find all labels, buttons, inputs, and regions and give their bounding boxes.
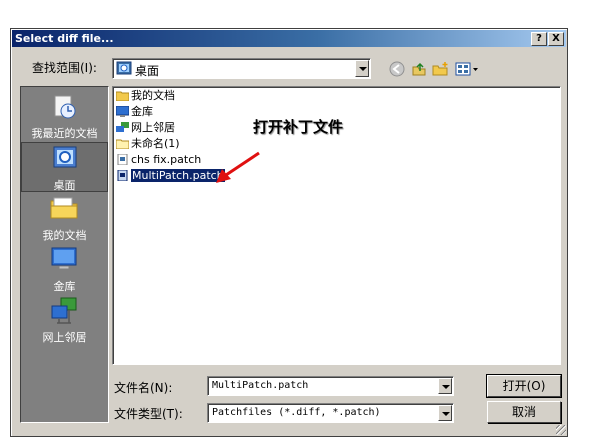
place-computer[interactable]: 金库 — [21, 244, 108, 294]
places-bar: 我最近的文档 桌面 我的文档 金库 网上邻居 — [20, 86, 109, 423]
view-menu-icon[interactable] — [454, 59, 480, 79]
look-in-combo[interactable]: 桌面 — [112, 58, 371, 79]
place-label: 桌面 — [53, 179, 76, 192]
up-folder-icon[interactable] — [409, 59, 429, 79]
file-name: 网上邻居 — [131, 121, 175, 134]
help-button[interactable]: ? — [531, 32, 547, 46]
file-list[interactable]: 我的文档 金库 网上邻居 未命名(1) chs fix.patch MultiP… — [112, 86, 561, 365]
filename-value[interactable]: MultiPatch.patch — [212, 380, 308, 391]
patch-file-icon — [116, 169, 129, 182]
place-network[interactable]: 网上邻居 — [21, 295, 108, 345]
list-item[interactable]: 金库 — [115, 104, 153, 120]
place-label: 我的文档 — [42, 229, 87, 242]
cancel-button[interactable]: 取消 — [487, 401, 561, 423]
list-item[interactable]: chs fix.patch — [116, 152, 201, 168]
list-item[interactable]: 网上邻居 — [116, 120, 175, 136]
my-documents-icon — [115, 90, 130, 102]
place-recent-documents[interactable]: 我最近的文档 — [21, 91, 108, 141]
desktop-folder-icon — [116, 61, 132, 78]
file-name: 未命名(1) — [131, 137, 180, 150]
open-button[interactable]: 打开(O) — [486, 374, 562, 398]
filename-combo[interactable]: MultiPatch.patch — [207, 376, 454, 396]
look-in-value: 桌面 — [135, 64, 160, 78]
list-item-selected[interactable]: MultiPatch.patch — [116, 168, 226, 184]
select-diff-file-dialog: Select diff file... ? X 查找范围(I): 桌面 我最近的… — [10, 28, 568, 437]
filetype-dropdown-arrow[interactable] — [438, 405, 452, 421]
computer-icon — [49, 246, 79, 274]
filename-dropdown-arrow[interactable] — [438, 378, 452, 394]
close-button[interactable]: X — [548, 32, 564, 46]
resize-grip[interactable] — [556, 425, 566, 435]
place-label: 我最近的文档 — [31, 127, 98, 140]
file-name: 我的文档 — [131, 89, 175, 102]
title-bar[interactable]: Select diff file... ? X — [12, 30, 566, 47]
network-places-icon — [116, 122, 129, 133]
annotation-text: 打开补丁文件 — [253, 118, 344, 136]
filetype-combo[interactable]: Patchfiles (*.diff, *.patch) — [207, 403, 454, 423]
place-desktop[interactable]: 桌面 — [21, 142, 108, 192]
look-in-label: 查找范围(I): — [32, 61, 97, 75]
filetype-value: Patchfiles (*.diff, *.patch) — [212, 407, 381, 418]
recent-documents-icon — [49, 93, 79, 121]
computer-icon — [115, 105, 130, 117]
file-name: MultiPatch.patch — [130, 168, 226, 183]
place-label: 网上邻居 — [42, 331, 87, 344]
network-places-icon — [49, 297, 79, 325]
place-label: 金库 — [53, 280, 76, 293]
dialog-title: Select diff file... — [15, 32, 114, 45]
file-name: chs fix.patch — [131, 153, 202, 166]
folder-icon — [115, 138, 130, 150]
look-in-dropdown-arrow[interactable] — [355, 60, 369, 77]
list-item[interactable]: 我的文档 — [115, 88, 175, 104]
back-icon[interactable] — [387, 59, 407, 79]
my-documents-icon — [49, 195, 79, 223]
filename-label: 文件名(N): — [114, 381, 173, 395]
patch-file-icon — [116, 153, 129, 166]
filetype-label: 文件类型(T): — [114, 407, 183, 421]
file-name: 金库 — [131, 105, 153, 118]
desktop-icon — [50, 145, 80, 173]
annotation-arrow-icon — [216, 151, 260, 183]
new-folder-icon[interactable] — [431, 59, 451, 79]
list-item[interactable]: 未命名(1) — [115, 136, 180, 152]
place-my-documents[interactable]: 我的文档 — [21, 193, 108, 243]
